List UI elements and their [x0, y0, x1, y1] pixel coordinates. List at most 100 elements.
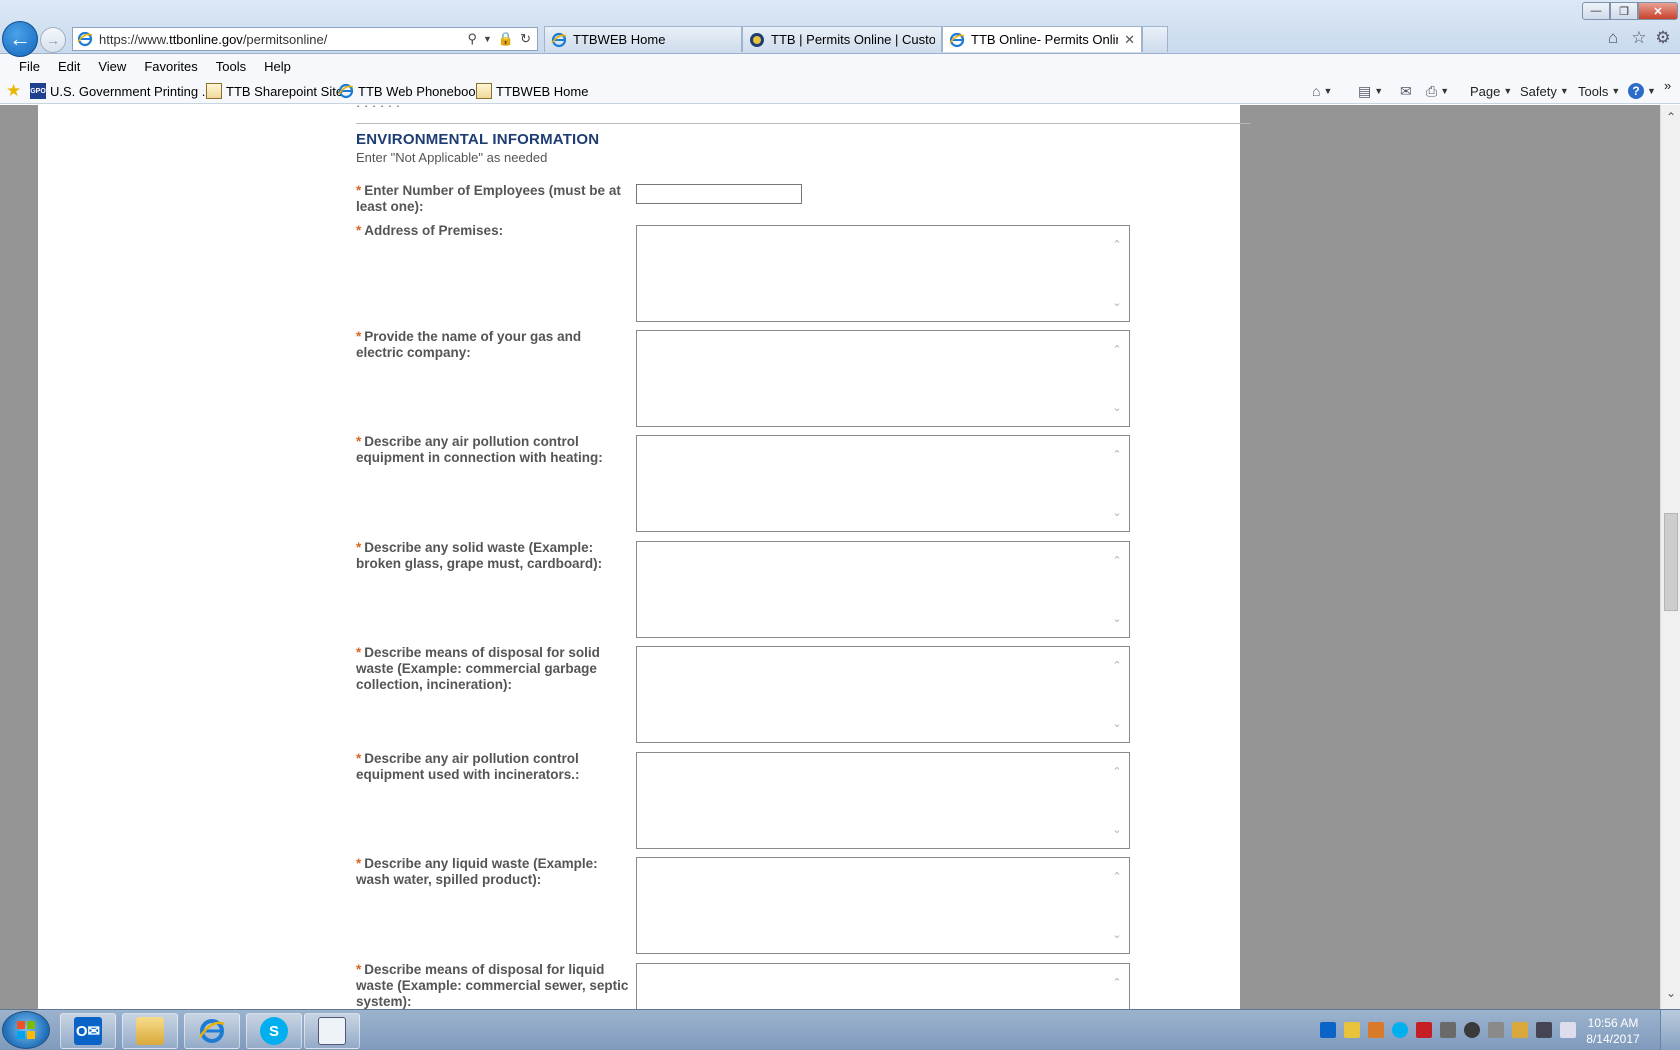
clock-time[interactable]: 10:56 AM	[1582, 1016, 1644, 1030]
menu-tools[interactable]: Tools	[207, 59, 255, 74]
menu-edit[interactable]: Edit	[49, 59, 89, 74]
menu-help[interactable]: Help	[255, 59, 300, 74]
network-blocked-tray-icon[interactable]	[1488, 1022, 1504, 1038]
user-tray-icon[interactable]	[1368, 1022, 1384, 1038]
tab-permits-online-custom[interactable]: TTB | Permits Online | Custom...	[742, 26, 942, 52]
start-button[interactable]	[2, 1011, 50, 1049]
address-textarea[interactable]: ⌃ ⌄	[636, 225, 1130, 322]
liquid-waste-textarea[interactable]: ⌃ ⌄	[636, 857, 1130, 954]
scroll-down-arrow-icon[interactable]: ⌄	[1111, 928, 1123, 941]
ie-icon	[551, 32, 567, 47]
favorite-ttb-phonebook[interactable]: TTB Web Phonebook	[338, 82, 482, 100]
solid-waste-disposal-textarea[interactable]: ⌃ ⌄	[636, 646, 1130, 743]
gas-electric-textarea[interactable]: ⌃ ⌄	[636, 330, 1130, 427]
favorites-star-icon[interactable]: ★	[6, 82, 24, 100]
taskbar-outlook[interactable]: O✉	[60, 1013, 116, 1049]
favorite-ttb-sharepoint[interactable]: TTB Sharepoint Site	[206, 82, 343, 100]
back-button[interactable]: ←	[2, 21, 38, 57]
scroll-up-arrow-icon[interactable]: ⌃	[1111, 659, 1123, 672]
field-label-text: Describe means of disposal for liquid wa…	[356, 962, 629, 1009]
safety-menu[interactable]: Safety ▼	[1520, 82, 1569, 100]
scroll-up-arrow-icon[interactable]: ⌃	[1111, 448, 1123, 461]
forward-button[interactable]: →	[40, 27, 66, 53]
dropdown-arrow-icon[interactable]: ▼	[483, 31, 492, 47]
field-label-text: Address of Premises:	[364, 223, 504, 238]
scroll-down-arrow-icon[interactable]: ⌄	[1111, 717, 1123, 730]
menu-file[interactable]: File	[10, 59, 49, 74]
scroll-up-arrow-icon[interactable]: ⌃	[1111, 238, 1123, 251]
address-url[interactable]: https://www.ttbonline.gov/permitsonline/	[99, 32, 467, 47]
field-label-text: Describe any air pollution control equip…	[356, 751, 580, 782]
lock-icon[interactable]: 🔒	[498, 31, 514, 47]
taskbar-internet-explorer[interactable]	[184, 1013, 240, 1049]
settings-gear-icon[interactable]: ⚙	[1654, 28, 1672, 47]
air-pollution-incinerators-textarea[interactable]: ⌃ ⌄	[636, 752, 1130, 849]
page-menu[interactable]: Page ▼	[1470, 82, 1512, 100]
sync-tray-icon[interactable]	[1464, 1022, 1480, 1038]
tab-label: TTB Online- Permits Online...	[971, 32, 1118, 47]
favorites-star-icon[interactable]: ☆	[1630, 28, 1648, 47]
read-mail-command[interactable]: ✉	[1400, 82, 1412, 100]
forward-arrow-icon: →	[46, 32, 60, 48]
search-icon[interactable]: ⚲	[467, 31, 477, 47]
tab-ttbweb-home[interactable]: TTBWEB Home	[544, 26, 742, 52]
home-icon[interactable]: ⌂	[1604, 28, 1622, 47]
windows-logo-icon	[16, 1020, 36, 1040]
page-scrollbar[interactable]: ⌃ ⌄	[1660, 105, 1680, 1009]
url-prefix: https://www.	[99, 31, 170, 47]
required-marker: *	[356, 329, 362, 344]
scroll-down-arrow-icon[interactable]: ⌄	[1111, 506, 1123, 519]
network-tray-icon[interactable]	[1536, 1022, 1552, 1038]
scroll-down-arrow-icon[interactable]: ⌄	[1111, 296, 1123, 309]
home-command[interactable]: ⌂ ▼	[1312, 82, 1332, 100]
scroll-down-arrow-icon[interactable]: ⌄	[1111, 612, 1123, 625]
skype-tray-icon[interactable]	[1392, 1022, 1408, 1038]
close-window-button[interactable]: ✕	[1638, 2, 1678, 20]
solid-waste-label: * Describe any solid waste (Example: brok…	[356, 540, 631, 572]
shield-tray-icon[interactable]	[1416, 1022, 1432, 1038]
favorite-gpo[interactable]: GPO U.S. Government Printing ...	[30, 82, 213, 100]
outlook-tray-icon[interactable]	[1320, 1022, 1336, 1038]
menu-favorites[interactable]: Favorites	[135, 59, 206, 74]
taskbar-skype[interactable]: S	[246, 1013, 302, 1049]
pen-tray-icon[interactable]	[1344, 1022, 1360, 1038]
tools-menu[interactable]: Tools ▼	[1578, 82, 1620, 100]
browser-title-bar: ← → https://www.ttbonline.gov/permitsonl…	[0, 0, 1680, 57]
section-hint: Enter "Not Applicable" as needed	[356, 150, 548, 165]
page-menu-label: Page	[1470, 83, 1501, 99]
scrollbar-thumb[interactable]	[1664, 513, 1678, 611]
maximize-button[interactable]: ❐	[1610, 2, 1638, 20]
employees-input[interactable]	[636, 184, 802, 204]
address-bar[interactable]: https://www.ttbonline.gov/permitsonline/…	[72, 27, 538, 51]
device-tray-icon[interactable]	[1440, 1022, 1456, 1038]
scroll-down-arrow-icon[interactable]: ⌄	[1111, 823, 1123, 836]
tab-ttb-online-permits[interactable]: TTB Online- Permits Online... ✕	[942, 26, 1142, 52]
hand-tray-icon[interactable]	[1512, 1022, 1528, 1038]
scroll-up-arrow-icon[interactable]: ⌃	[1111, 554, 1123, 567]
favorite-ttbweb-home[interactable]: TTBWEB Home	[476, 82, 588, 100]
refresh-icon[interactable]: ↻	[520, 31, 531, 47]
taskbar-file-explorer[interactable]	[122, 1013, 178, 1049]
new-tab-button[interactable]	[1142, 26, 1168, 52]
scroll-down-arrow-icon[interactable]: ⌄	[1661, 985, 1680, 1001]
scroll-up-arrow-icon[interactable]: ⌃	[1111, 976, 1123, 989]
clock-date[interactable]: 8/14/2017	[1582, 1032, 1644, 1046]
scroll-up-arrow-icon[interactable]: ⌃	[1111, 870, 1123, 883]
scroll-up-arrow-icon[interactable]: ⌃	[1661, 109, 1680, 125]
feeds-command[interactable]: ▤ ▼	[1358, 82, 1383, 100]
menu-view[interactable]: View	[89, 59, 135, 74]
solid-waste-textarea[interactable]: ⌃ ⌄	[636, 541, 1130, 638]
scroll-down-arrow-icon[interactable]: ⌄	[1111, 401, 1123, 414]
command-overflow[interactable]: »	[1664, 76, 1671, 94]
minimize-button[interactable]: —	[1582, 2, 1610, 20]
help-menu[interactable]: ? ▼	[1628, 82, 1656, 100]
scroll-up-arrow-icon[interactable]: ⌃	[1111, 765, 1123, 778]
tab-close-icon[interactable]: ✕	[1124, 32, 1135, 48]
volume-tray-icon[interactable]	[1560, 1022, 1576, 1038]
show-desktop-button[interactable]	[1660, 1010, 1680, 1050]
taskbar-notepad[interactable]	[304, 1013, 360, 1049]
liquid-waste-disposal-textarea[interactable]: ⌃	[636, 963, 1130, 1009]
scroll-up-arrow-icon[interactable]: ⌃	[1111, 343, 1123, 356]
air-pollution-heating-textarea[interactable]: ⌃ ⌄	[636, 435, 1130, 532]
print-command[interactable]: ⎙ ▼	[1426, 82, 1449, 100]
